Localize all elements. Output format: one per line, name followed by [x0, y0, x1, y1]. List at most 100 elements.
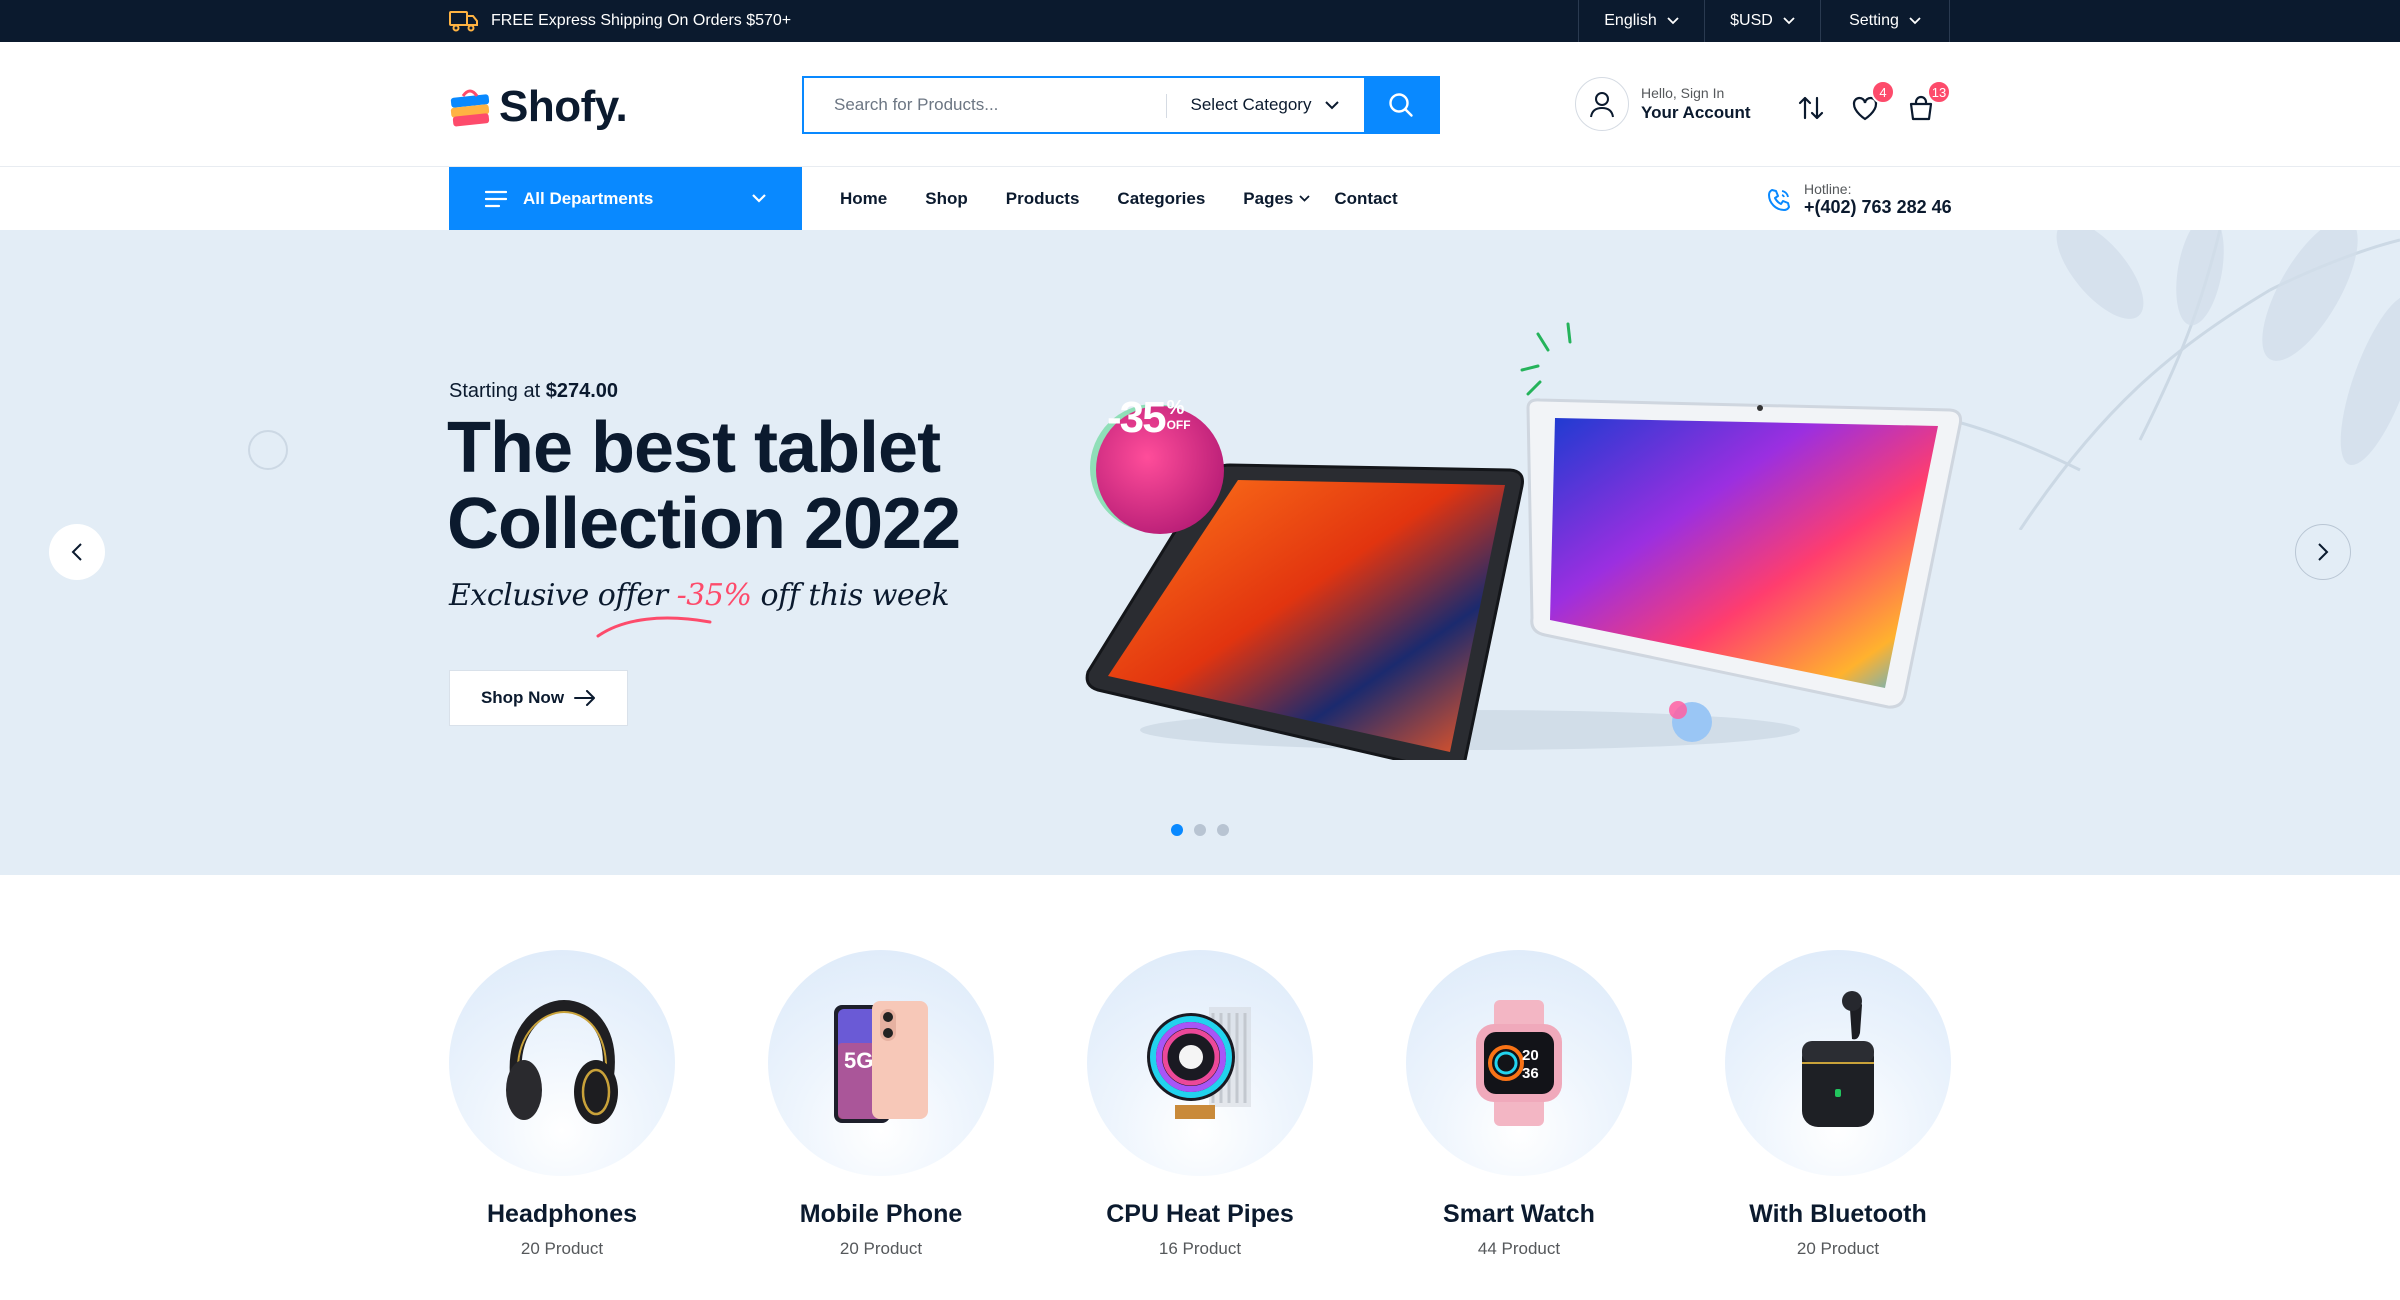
site-header: Shofy. Select Category Hello, Sign In Yo… — [0, 42, 2400, 167]
slider-dot[interactable] — [1194, 824, 1206, 836]
all-departments-button[interactable]: All Departments — [449, 167, 802, 230]
hero-slider: Starting at $274.00 The best tablet Coll… — [0, 230, 2400, 875]
chevron-left-icon — [71, 543, 82, 561]
chevron-down-icon — [1325, 100, 1340, 109]
hotline-number: +(402) 763 282 46 — [1804, 197, 1952, 217]
category-name[interactable]: CPU Heat Pipes — [1087, 1200, 1313, 1229]
delivery-truck-icon — [449, 11, 478, 32]
offer-percent: -35% — [676, 578, 752, 613]
logo-bag-icon — [450, 89, 490, 127]
chevron-down-icon — [1909, 17, 1921, 25]
slider-pagination — [1171, 824, 1229, 836]
cpu-cooler-icon — [1147, 1007, 1251, 1119]
nav-item-pages[interactable]: Pages — [1243, 188, 1311, 209]
offer-prefix: Exclusive offer — [449, 578, 677, 613]
starting-prefix: Starting at — [449, 380, 546, 402]
discount-badge-value: -35 — [1107, 393, 1167, 442]
smart-watch-icon: 20 36 — [1476, 1000, 1562, 1126]
chevron-down-icon — [1667, 17, 1679, 25]
svg-text:20: 20 — [1522, 1047, 1539, 1064]
language-selector[interactable]: English — [1578, 0, 1704, 42]
category-image — [1725, 950, 1951, 1176]
hotline-label: Hotline: — [1804, 181, 1852, 197]
nav-menu: Home Shop Products Categories Pages Cont… — [840, 167, 1436, 230]
shipping-text: FREE Express Shipping On Orders $570+ — [491, 12, 792, 29]
phone-icon — [1768, 188, 1790, 211]
account-menu[interactable]: Hello, Sign In Your Account — [1575, 77, 1751, 131]
all-departments-label: All Departments — [523, 188, 654, 208]
chevron-down-icon — [1299, 195, 1311, 202]
nav-item-contact[interactable]: Contact — [1334, 189, 1397, 209]
category-count: 20 Product — [520, 1239, 604, 1258]
chevron-down-icon — [1783, 17, 1795, 25]
nav-item-products[interactable]: Products — [1006, 189, 1080, 209]
category-item[interactable]: With Bluetooth 20 Product — [1725, 950, 1951, 1259]
category-image: 5G — [768, 950, 994, 1176]
mobile-phone-icon: 5G — [834, 1001, 928, 1123]
starting-price-value: $274.00 — [545, 380, 619, 402]
cart-button[interactable]: 13 — [1905, 80, 1951, 124]
category-count: 20 Product — [839, 1239, 923, 1258]
hamburger-menu-icon — [485, 190, 507, 207]
earbuds-icon — [1802, 991, 1874, 1127]
starting-price: Starting at $274.00 — [449, 380, 618, 403]
category-list: Headphones 20 Product 5G Mobile Phone 20… — [449, 950, 1951, 1270]
category-count: 44 Product — [1477, 1239, 1561, 1258]
nav-item-home[interactable]: Home — [840, 189, 887, 209]
chevron-down-icon — [752, 194, 766, 203]
category-name[interactable]: With Bluetooth — [1725, 1200, 1951, 1229]
nav-item-pages-label: Pages — [1243, 188, 1294, 208]
circle-decoration — [248, 430, 288, 470]
logo[interactable]: Shofy. — [449, 82, 628, 132]
category-image: 20 36 — [1406, 950, 1632, 1176]
search-input[interactable] — [804, 78, 1166, 132]
category-select[interactable]: Select Category — [1166, 78, 1364, 132]
offer-suffix: off this week — [751, 578, 950, 613]
hero-title-line1: The best tablet — [447, 408, 941, 488]
category-item[interactable]: CPU Heat Pipes 16 Product — [1087, 950, 1313, 1259]
account-label: Your Account — [1641, 103, 1751, 122]
slider-dot[interactable] — [1171, 824, 1183, 836]
top-bar: FREE Express Shipping On Orders $570+ En… — [0, 0, 2400, 42]
nav-item-categories[interactable]: Categories — [1117, 189, 1205, 209]
hotline[interactable]: Hotline: +(402) 763 282 46 — [1766, 181, 1952, 218]
compare-button[interactable] — [1795, 92, 1827, 124]
svg-text:36: 36 — [1522, 1065, 1539, 1082]
category-count: 20 Product — [1796, 1239, 1880, 1258]
currency-selector[interactable]: $USD — [1704, 0, 1820, 42]
currency-label: $USD — [1730, 12, 1773, 29]
shop-now-button[interactable]: Shop Now — [449, 670, 628, 726]
category-name[interactable]: Headphones — [449, 1200, 675, 1229]
tablets-image — [1085, 322, 1962, 760]
nav-item-shop[interactable]: Shop — [925, 189, 968, 209]
hero-title: The best tablet Collection 2022 — [447, 410, 1047, 562]
shipping-notice: FREE Express Shipping On Orders $570+ — [449, 0, 791, 42]
category-name[interactable]: Smart Watch — [1406, 1200, 1632, 1229]
underline-squiggle — [596, 616, 712, 638]
chevron-right-icon — [2318, 543, 2329, 561]
next-slide-button[interactable] — [2295, 524, 2351, 580]
cart-count-badge: 13 — [1927, 80, 1951, 104]
category-image — [449, 950, 675, 1176]
category-item[interactable]: 5G Mobile Phone 20 Product — [768, 950, 994, 1259]
compare-arrows-icon — [1798, 96, 1824, 120]
category-item[interactable]: Headphones 20 Product — [449, 950, 675, 1259]
hero-offer-text: Exclusive offer -35% off this week — [449, 578, 950, 613]
logo-text: Shofy. — [499, 82, 628, 131]
category-name[interactable]: Mobile Phone — [768, 1200, 994, 1229]
slider-dot[interactable] — [1217, 824, 1229, 836]
setting-selector[interactable]: Setting — [1820, 0, 1950, 42]
category-item[interactable]: 20 36 Smart Watch 44 Product — [1406, 950, 1632, 1259]
category-image — [1087, 950, 1313, 1176]
discount-badge: -35 % OFF — [1107, 394, 1191, 442]
category-select-label: Select Category — [1190, 95, 1312, 114]
headphones-icon — [506, 999, 618, 1124]
prev-slide-button[interactable] — [49, 524, 105, 580]
arrow-right-icon — [574, 690, 596, 706]
wishlist-button[interactable]: 4 — [1849, 80, 1895, 124]
user-icon — [1575, 77, 1629, 131]
search-button[interactable] — [1364, 78, 1438, 132]
discount-badge-percent: % — [1166, 397, 1185, 419]
account-greeting: Hello, Sign In — [1641, 85, 1725, 101]
discount-badge-off: OFF — [1166, 418, 1191, 432]
